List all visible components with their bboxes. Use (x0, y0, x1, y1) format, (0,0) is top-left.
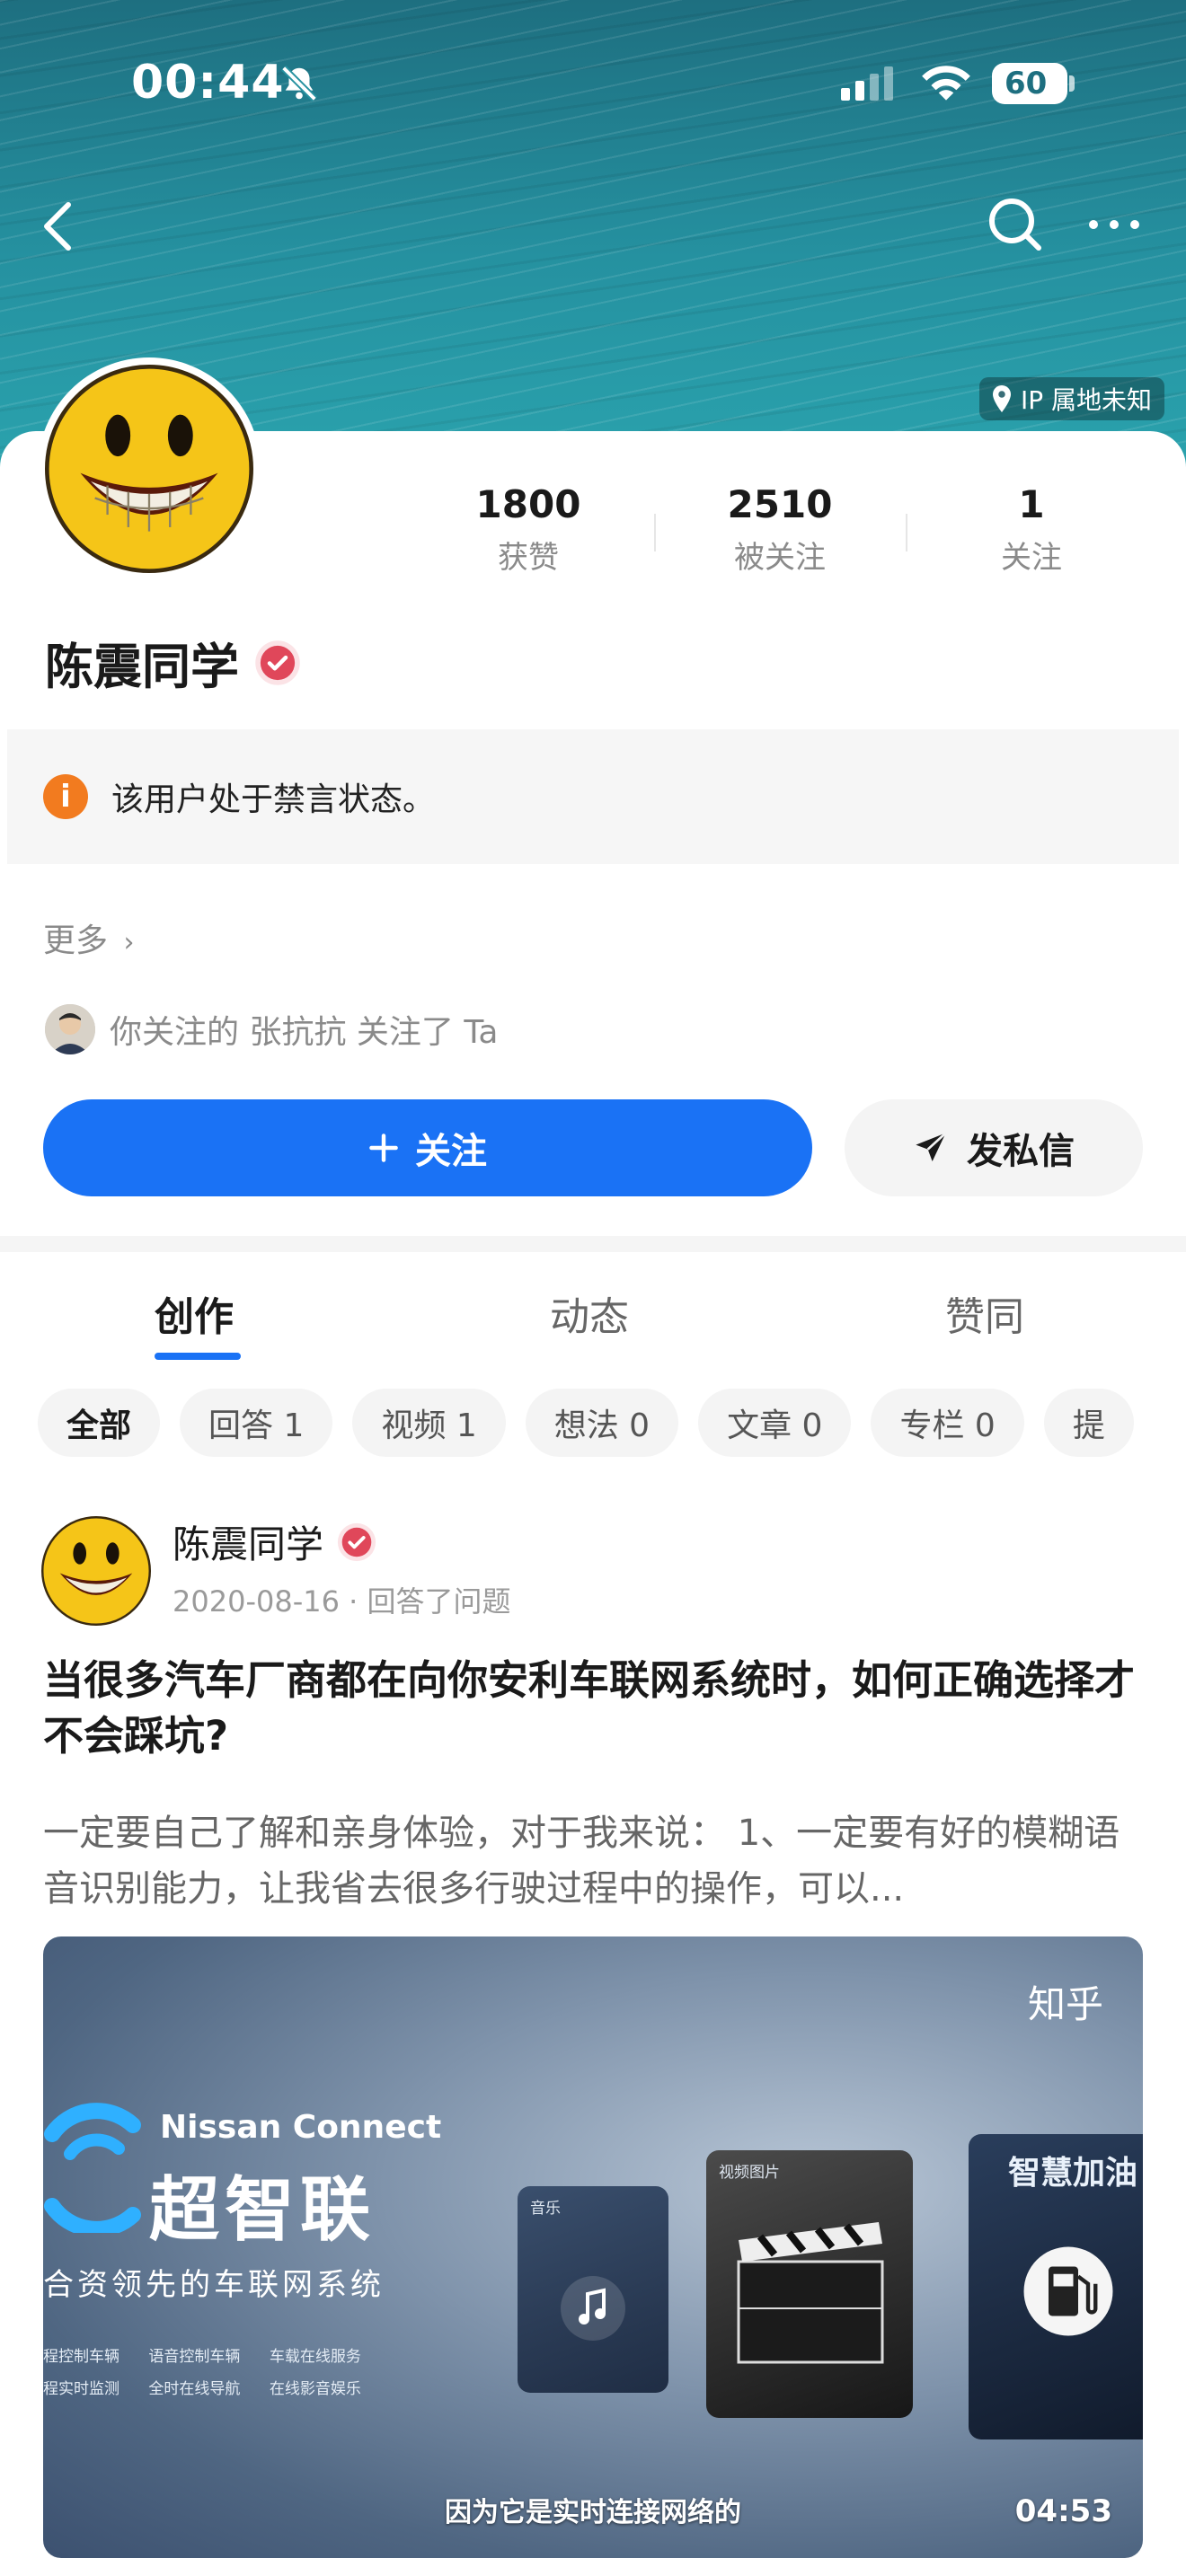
ban-notice: i 该用户处于禁言状态。 (7, 729, 1179, 864)
message-button-label: 发私信 (967, 1131, 1075, 1172)
post-meta: 2020-08-16 · 回答了问题 (173, 1584, 511, 1619)
profile-name: 陈震同学 (45, 627, 302, 698)
profile-avatar[interactable] (38, 357, 261, 580)
search-icon (989, 198, 1041, 251)
follow-button-label: 关注 (415, 1131, 487, 1172)
video-features: 程控制车辆 语音控制车辆 车载在线服务 程实时监测 全时在线导航 在线影音娱乐 (43, 2348, 361, 2398)
music-panel: 音乐 (518, 2186, 668, 2393)
tab-activity[interactable]: 动态 (550, 1284, 629, 1342)
more-options-icon[interactable] (1089, 214, 1139, 235)
fuel-pump-icon (1023, 2246, 1113, 2336)
battery-nub (1069, 75, 1075, 92)
chip-all[interactable]: 全部 (38, 1389, 161, 1457)
cellular-signal-icon (841, 66, 893, 101)
zhihu-watermark: 知乎 (1027, 1982, 1103, 2026)
info-icon: i (43, 774, 88, 819)
send-icon (916, 1132, 947, 1161)
music-note-icon (561, 2276, 625, 2341)
profile-name-text: 陈震同学 (45, 639, 239, 695)
chip-videos[interactable]: 视频 1 (352, 1389, 506, 1457)
ip-location-text: IP 属地未知 (1021, 385, 1153, 415)
chip-articles[interactable]: 文章 0 (698, 1389, 852, 1457)
post-excerpt[interactable]: 一定要自己了解和亲身体验，对于我来说： 1、一定要有好的模糊语音识别能力，让我省… (43, 1805, 1146, 1917)
verified-badge-icon (337, 1522, 376, 1561)
search-button[interactable] (987, 196, 1044, 253)
chip-questions[interactable]: 提 (1043, 1389, 1134, 1457)
mutual-follow[interactable]: 你关注的 张抗抗 关注了 Ta (45, 1004, 498, 1054)
clapperboard-icon (737, 2222, 884, 2364)
music-panel-label: 音乐 (530, 2200, 561, 2218)
tab-active-indicator (155, 1353, 241, 1360)
stat-following-label: 关注 (1001, 540, 1062, 576)
video-product: 超智联 (149, 2170, 376, 2251)
author-name-text: 陈震同学 (173, 1522, 324, 1566)
ip-location-badge: IP 属地未知 (979, 377, 1165, 420)
video-panel-label: 视频图片 (719, 2164, 780, 2182)
status-time: 00:44 (131, 56, 285, 110)
post-title[interactable]: 当很多汽车厂商都在向你安利车联网系统时，如何正确选择才不会踩坑? (43, 1653, 1148, 1764)
verified-badge-icon (255, 640, 300, 685)
plus-icon (369, 1134, 398, 1162)
more-link-label: 更多 (43, 922, 109, 959)
ban-notice-text: 该用户处于禁言状态。 (111, 781, 436, 818)
chevron-left-icon (44, 202, 71, 251)
stat-likes-label: 获赞 (498, 540, 559, 576)
stat-followers[interactable]: 2510 被关注 (654, 476, 906, 584)
video-panel: 视频图片 (706, 2150, 913, 2418)
stat-likes-value: 1800 (475, 482, 581, 526)
stat-followers-value: 2510 (727, 482, 833, 526)
chip-columns[interactable]: 专栏 0 (871, 1389, 1024, 1457)
stat-followers-label: 被关注 (734, 540, 826, 576)
location-pin-icon (993, 385, 1011, 412)
chip-answers[interactable]: 回答 1 (180, 1389, 333, 1457)
mutual-follow-text: 你关注的 张抗抗 关注了 Ta (110, 1014, 499, 1051)
video-subtitle: 因为它是实时连接网络的 (445, 2497, 741, 2528)
battery-indicator: 60 (992, 63, 1067, 104)
author-name: 陈震同学 (173, 1514, 377, 1569)
follow-button[interactable]: 关注 (43, 1099, 812, 1196)
smiley-avatar-icon (45, 365, 253, 573)
post-author[interactable]: 陈震同学 2020-08-16 · 回答了问题 (41, 1516, 511, 1626)
filter-chips: 全部 回答 1 视频 1 想法 0 文章 0 专栏 0 提 (38, 1389, 1186, 1457)
mutual-avatar (45, 1004, 95, 1054)
nissan-connect-logo-icon (44, 2103, 141, 2233)
more-link[interactable]: 更多 › (43, 914, 134, 961)
tab-upvotes[interactable]: 赞同 (945, 1284, 1024, 1342)
section-divider (0, 1236, 1186, 1252)
chevron-right-icon: › (123, 927, 135, 958)
stat-following-value: 1 (1018, 482, 1045, 526)
chip-thoughts[interactable]: 想法 0 (525, 1389, 679, 1457)
fuel-panel-label: 智慧加油 (1008, 2155, 1138, 2192)
video-tagline: 合资领先的车联网系统 (43, 2267, 385, 2303)
bell-off-icon (279, 63, 320, 108)
author-avatar (41, 1516, 151, 1626)
video-duration: 04:53 (1014, 2493, 1112, 2529)
back-button[interactable] (36, 198, 81, 255)
video-brand: Nissan Connect (160, 2109, 442, 2146)
content-tabs: 创作 动态 赞同 (0, 1252, 1186, 1369)
message-button[interactable]: 发私信 (845, 1099, 1143, 1196)
tab-creations[interactable]: 创作 (155, 1284, 234, 1342)
profile-stats: 1800 获赞 2510 被关注 1 关注 (403, 476, 1157, 584)
stat-following[interactable]: 1 关注 (906, 476, 1157, 584)
wifi-icon (918, 63, 974, 108)
post-video[interactable]: 知乎 Nissan Connect 超智联 合资领先的车联网系统 程控制车辆 语… (43, 1936, 1143, 2558)
stat-likes[interactable]: 1800 获赞 (403, 476, 654, 584)
